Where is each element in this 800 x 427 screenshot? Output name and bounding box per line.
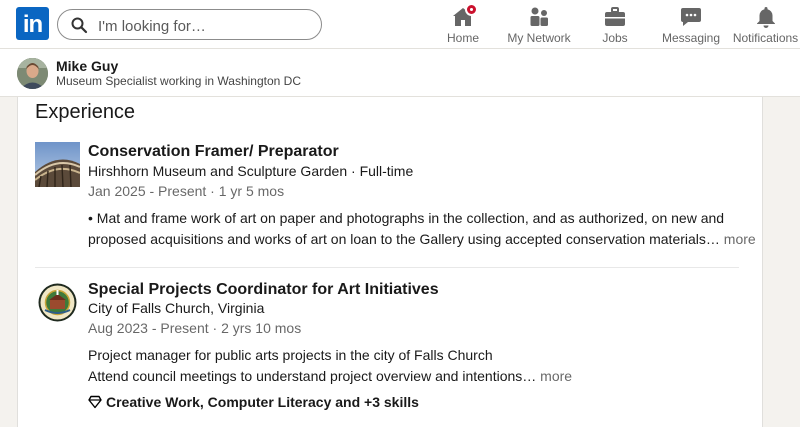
search-input[interactable] [96, 15, 315, 37]
description-line: Attend council meetings to understand pr… [88, 368, 537, 384]
search-icon [71, 17, 88, 34]
notification-badge [465, 3, 478, 16]
nav-jobs[interactable]: Jobs [592, 0, 638, 49]
experience-dates: Jan 2025 - Present · 1 yr 5 mos [88, 183, 285, 199]
experience-title[interactable]: Conservation Framer/ Preparator [88, 143, 339, 161]
bell-icon [754, 5, 778, 29]
avatar[interactable] [17, 58, 48, 89]
profile-headline: Museum Specialist working in Washington … [56, 74, 301, 88]
profile-name[interactable]: Mike Guy [56, 58, 118, 74]
messaging-icon [679, 5, 703, 29]
nav-my-network-label: My Network [507, 31, 571, 45]
nav-home[interactable]: Home [437, 0, 489, 49]
see-more-link[interactable]: more [724, 231, 756, 247]
description-line: • Mat and frame work of art on paper and… [88, 210, 725, 226]
nav-my-network[interactable]: My Network [504, 0, 574, 49]
search-box[interactable] [57, 9, 322, 40]
network-icon [527, 5, 551, 29]
experience-description: Project manager for public arts projects… [88, 345, 728, 387]
nav-messaging-label: Messaging [661, 31, 721, 45]
experience-title[interactable]: Special Projects Coordinator for Art Ini… [88, 281, 439, 299]
diamond-icon [88, 395, 102, 409]
briefcase-icon [603, 5, 627, 29]
experience-org: Hirshhorn Museum and Sculpture Garden · … [88, 163, 414, 179]
skills-row[interactable]: Creative Work, Computer Literacy and +3 … [88, 394, 419, 410]
skills-text: Creative Work, Computer Literacy and +3 … [106, 394, 419, 410]
linkedin-logo[interactable]: in [16, 7, 49, 40]
nav-notifications-label: Notifications [732, 31, 799, 45]
nav-notifications[interactable]: Notifications [731, 0, 800, 49]
experience-org: City of Falls Church, Virginia [88, 300, 265, 316]
right-gutter [781, 97, 800, 412]
divider [35, 267, 739, 268]
experience-description: • Mat and frame work of art on paper and… [88, 208, 756, 250]
profile-header-bar [0, 49, 800, 97]
hirshhorn-logo[interactable] [35, 142, 80, 187]
description-line: Project manager for public arts projects… [88, 347, 493, 363]
see-more-link[interactable]: more [540, 368, 572, 384]
top-navigation-bar: in Home My Network [0, 0, 800, 49]
falls-church-seal-logo[interactable] [35, 280, 80, 325]
home-icon [451, 3, 478, 29]
experience-dates: Aug 2023 - Present · 2 yrs 10 mos [88, 320, 302, 336]
section-title-experience: Experience [35, 101, 136, 123]
nav-home-label: Home [446, 31, 479, 45]
nav-jobs-label: Jobs [602, 31, 628, 45]
nav-messaging[interactable]: Messaging [659, 0, 723, 49]
description-line: proposed acquisitions and works of art o… [88, 231, 720, 247]
